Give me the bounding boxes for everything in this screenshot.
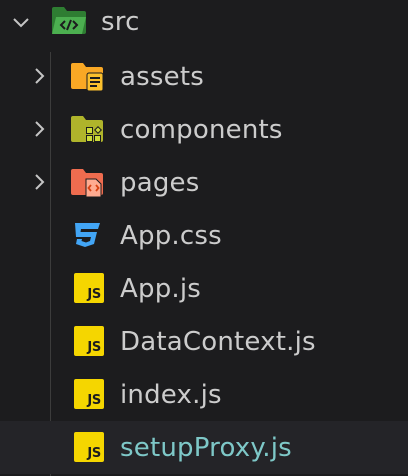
tree-item-components[interactable]: components [0,103,408,156]
tree-item-setupproxy-js[interactable]: JS setupProxy.js [0,421,408,474]
folder-pages-icon [70,167,106,201]
tree-item-label: App.js [120,274,202,304]
folder-components-icon [70,114,106,148]
tree-item-src[interactable]: src [0,0,408,53]
chevron-right-icon[interactable] [31,120,49,138]
chevron-right-icon[interactable] [31,67,49,85]
js-file-icon: JS [74,379,104,409]
tree-item-label: index.js [120,380,222,410]
tree-item-label: src [101,7,140,37]
tree-item-label: DataContext.js [120,327,316,357]
js-file-icon: JS [74,326,104,356]
tree-item-label: pages [120,168,200,198]
tree-item-index-js[interactable]: JS index.js [0,368,408,421]
tree-item-app-js[interactable]: JS App.js [0,262,408,315]
folder-assets-icon [70,61,106,95]
chevron-down-icon[interactable] [12,14,30,32]
chevron-right-icon[interactable] [31,173,49,191]
css-file-icon [71,219,107,253]
tree-item-app-css[interactable]: App.css [0,209,408,262]
js-file-icon: JS [74,432,104,462]
tree-item-label: setupProxy.js [120,433,292,463]
tree-item-datacontext-js[interactable]: JS DataContext.js [0,315,408,368]
js-file-icon: JS [74,273,104,303]
tree-item-label: App.css [120,221,222,251]
file-explorer-tree: src assets components pages App.css JS A… [0,0,408,476]
tree-item-label: assets [120,62,204,92]
tree-item-pages[interactable]: pages [0,156,408,209]
tree-item-assets[interactable]: assets [0,50,408,103]
tree-item-label: components [120,115,283,145]
folder-src-open-icon [51,6,87,40]
